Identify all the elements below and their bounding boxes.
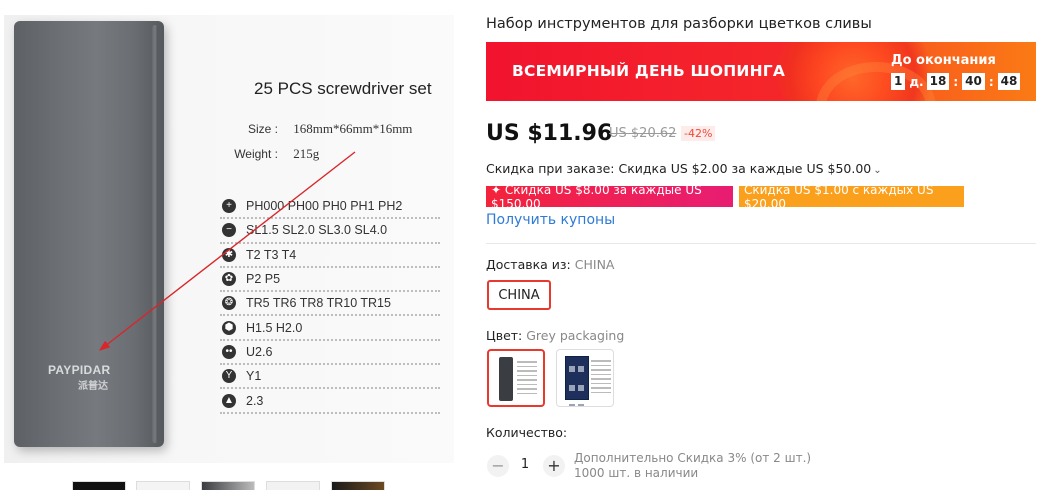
old-price: US $20.62 <box>609 126 677 141</box>
quantity-note: Дополнительно Скидка 3% (от 2 шт.) 1000 … <box>574 451 811 481</box>
order-discount-text: Скидка при заказе: Скидка US $2.00 за ка… <box>486 161 872 176</box>
quantity-decrease-button[interactable]: − <box>487 455 509 477</box>
brand-logo: PAYPIDAR <box>48 363 111 377</box>
swatch-image <box>591 360 611 396</box>
u-bit-icon: •• <box>222 344 236 359</box>
swatch-image <box>517 361 537 397</box>
brand-logo-cn: 派普达 <box>78 381 108 392</box>
countdown-label: До окончания <box>891 53 996 68</box>
size-label: Size : <box>247 122 278 136</box>
countdown-seconds: 48 <box>997 73 1021 90</box>
swatch-image <box>565 356 589 406</box>
y-bit-icon: Y <box>222 369 236 384</box>
shipping-option-china[interactable]: CHINA <box>487 280 551 310</box>
thumbnail[interactable] <box>72 481 126 490</box>
divider <box>486 243 1036 244</box>
coupon-badge[interactable]: Скидка US $1.00 с каждых US $20.00 <box>739 183 967 211</box>
bit-label: 2.3 <box>246 393 264 408</box>
order-discount[interactable]: Скидка при заказе: Скидка US $2.00 за ка… <box>486 161 882 176</box>
color-swatch-blue-box[interactable] <box>556 349 614 407</box>
coupon-badge[interactable]: ✦ Скидка US $8.00 за каждые US $150.00 <box>486 183 736 211</box>
swatch-image <box>499 357 513 401</box>
bit-row: ✿ P2 P5 <box>220 268 440 293</box>
torx-icon: ✱ <box>222 247 236 262</box>
bit-list: + PH000 PH00 PH0 PH1 PH2 − SL1.5 SL2.0 SL3… <box>220 195 440 414</box>
pentalobe-icon: ✿ <box>222 272 236 287</box>
thumbnail[interactable] <box>266 481 320 490</box>
banner-text: ВСЕМИРНЫЙ ДЕНЬ ШОПИНГА <box>512 62 786 80</box>
color-label: Цвет: Grey packaging <box>486 328 624 343</box>
quantity-value[interactable]: 1 <box>518 457 532 472</box>
bit-label: SL1.5 SL2.0 SL3.0 SL4.0 <box>246 223 388 238</box>
shipping-label: Доставка из: CHINA <box>486 257 614 272</box>
color-label-text: Цвет: <box>486 328 523 343</box>
color-swatch-grey-packaging[interactable] <box>487 349 545 407</box>
get-coupons-link[interactable]: Получить купоны <box>486 212 615 228</box>
size-value: 168mm*66mm*16mm <box>293 121 413 136</box>
chevron-down-icon: ⌄ <box>873 165 882 176</box>
bit-label: TR5 TR6 TR8 TR10 TR15 <box>246 296 391 311</box>
thumbnail-strip <box>72 481 392 490</box>
bit-label: U2.6 <box>246 344 273 359</box>
image-size-row: Size : 168mm*66mm*16mm <box>234 121 412 137</box>
countdown-minutes: 40 <box>962 73 985 90</box>
countdown-separator: : <box>988 74 994 89</box>
phillips-icon: + <box>222 199 236 214</box>
bit-row: ❂ TR5 TR6 TR8 TR10 TR15 <box>220 292 440 317</box>
bit-row: Y Y1 <box>220 365 440 390</box>
triwing-icon: ▲ <box>222 393 236 408</box>
bit-label: H1.5 H2.0 <box>246 320 303 335</box>
coupon-text: Скидка US $1.00 с каждых US $20.00 <box>744 182 934 211</box>
promo-banner[interactable]: ВСЕМИРНЫЙ ДЕНЬ ШОПИНГА До окончания 1 д.… <box>486 42 1036 101</box>
quantity-increase-button[interactable]: + <box>543 455 565 477</box>
thumbnail[interactable] <box>136 481 190 490</box>
shipping-label-text: Доставка из: <box>486 257 571 272</box>
bit-row: + PH000 PH00 PH0 PH1 PH2 <box>220 195 440 220</box>
countdown-days: 1 <box>891 73 906 90</box>
shipping-value: CHINA <box>574 257 615 272</box>
countdown-days-unit: д. <box>909 74 924 89</box>
image-weight-row: Weight : 215g <box>226 146 319 162</box>
product-main-image[interactable]: PAYPIDAR 派普达 25 PCS screwdriver set Size… <box>4 15 454 463</box>
image-set-title: 25 PCS screwdriver set <box>254 79 432 98</box>
weight-label: Weight : <box>234 147 278 161</box>
thumbnail[interactable] <box>201 481 255 490</box>
bit-row: ⬢ H1.5 H2.0 <box>220 316 440 341</box>
thumbnail[interactable] <box>331 481 385 490</box>
product-gallery: PAYPIDAR 派普达 25 PCS screwdriver set Size… <box>0 0 460 490</box>
color-value: Grey packaging <box>526 328 625 343</box>
weight-value: 215g <box>293 146 320 161</box>
slotted-icon: − <box>222 223 236 238</box>
bit-label: PH000 PH00 PH0 PH1 PH2 <box>246 199 403 214</box>
stock-text: 1000 шт. в наличии <box>574 466 699 480</box>
bit-label: T2 T3 T4 <box>246 247 297 262</box>
extra-discount-text: Дополнительно Скидка 3% (от 2 шт.) <box>574 451 812 465</box>
current-price: US $11.96 <box>486 121 613 146</box>
bit-label: P2 P5 <box>246 272 281 287</box>
bit-row: ▲ 2.3 <box>220 389 440 414</box>
bit-row: ✱ T2 T3 T4 <box>220 244 440 268</box>
discount-badge: -42% <box>681 126 716 141</box>
bit-row: •• U2.6 <box>220 341 440 366</box>
bit-label: Y1 <box>246 369 262 384</box>
countdown-separator: : <box>953 74 959 89</box>
quantity-label: Количество: <box>486 425 568 440</box>
torx-security-icon: ❂ <box>222 296 236 311</box>
bit-row: − SL1.5 SL2.0 SL3.0 SL4.0 <box>220 219 440 244</box>
coupon-text: ✦ Скидка US $8.00 за каждые US $150.00 <box>491 182 702 211</box>
hex-icon: ⬢ <box>222 320 236 335</box>
countdown-timer: 1 д. 18 : 40 : 48 <box>891 73 1021 90</box>
product-title: Набор инструментов для разборки цветков … <box>486 16 872 32</box>
countdown-hours: 18 <box>926 73 950 90</box>
